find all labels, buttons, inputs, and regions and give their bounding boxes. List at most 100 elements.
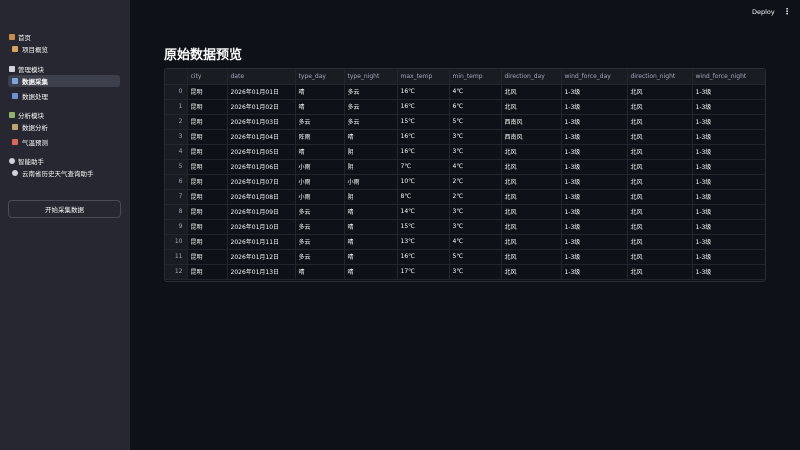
column-header-max-temp[interactable]: max_temp xyxy=(397,69,450,85)
kebab-menu-icon[interactable]: ⋮ xyxy=(783,7,791,16)
table-cell[interactable]: 6℃ xyxy=(449,99,502,115)
table-cell[interactable]: 昆明 xyxy=(187,114,228,130)
table-cell[interactable]: 北风 xyxy=(627,234,693,250)
table-cell[interactable]: 晴 xyxy=(295,264,345,280)
table-cell[interactable]: 晴 xyxy=(344,129,398,145)
table-cell[interactable]: 阴 xyxy=(344,159,398,175)
column-header-date[interactable]: date xyxy=(227,69,296,85)
table-cell[interactable]: 1-3级 xyxy=(561,174,628,190)
table-cell[interactable]: 16℃ xyxy=(397,99,450,115)
table-cell[interactable]: 4℃ xyxy=(449,159,502,175)
table-cell[interactable]: 1-3级 xyxy=(692,84,765,100)
table-cell[interactable]: 1-3级 xyxy=(692,114,765,130)
table-cell[interactable]: 晴 xyxy=(344,219,398,235)
table-cell[interactable]: 北风 xyxy=(627,189,693,205)
table-cell[interactable]: 北风 xyxy=(627,114,693,130)
nav-header-home[interactable]: 首页 xyxy=(8,31,31,42)
table-cell[interactable]: 北风 xyxy=(501,99,562,115)
table-cell[interactable]: 北风 xyxy=(627,219,693,235)
table-index-header[interactable] xyxy=(165,69,188,85)
table-cell[interactable]: 1-3级 xyxy=(692,174,765,190)
table-cell[interactable]: 1-3级 xyxy=(561,159,628,175)
column-header-type-day[interactable]: type_day xyxy=(295,69,345,85)
table-cell[interactable]: 2026年01月09日 xyxy=(227,204,296,220)
table-cell[interactable]: 1-3级 xyxy=(561,264,628,280)
column-header-wind-force-night[interactable]: wind_force_night xyxy=(692,69,765,85)
table-cell[interactable]: 北风 xyxy=(501,189,562,205)
table-row[interactable]: 3 昆明 2026年01月04日 阵雨晴 16℃ 3℃ 西南风 1-3级 北风 1-3级 xyxy=(165,129,765,145)
table-cell[interactable]: 7℃ xyxy=(397,159,450,175)
table-cell[interactable]: 1-3级 xyxy=(561,99,628,115)
table-cell[interactable]: 北风 xyxy=(627,99,693,115)
table-cell[interactable]: 昆明 xyxy=(187,99,228,115)
table-cell[interactable]: 16℃ xyxy=(397,84,450,100)
table-cell[interactable]: 1-3级 xyxy=(561,204,628,220)
table-cell[interactable]: 昆明 xyxy=(187,204,228,220)
table-cell[interactable]: 1-3级 xyxy=(561,129,628,145)
table-cell[interactable]: 1-3级 xyxy=(561,189,628,205)
table-cell[interactable]: 晴 xyxy=(344,264,398,280)
table-cell[interactable]: 昆明 xyxy=(187,174,228,190)
table-cell[interactable]: 2026年01月05日 xyxy=(227,144,296,160)
table-cell[interactable]: 1-3级 xyxy=(561,219,628,235)
table-cell[interactable]: 多云 xyxy=(295,219,345,235)
table-row[interactable]: 12 昆明 2026年01月13日晴晴 17℃ 3℃ 北风 1-3级 北风 1-3级 xyxy=(165,264,765,280)
table-cell[interactable]: 1-3级 xyxy=(692,159,765,175)
data-table[interactable]: city date type_day type_night max_temp min_te… xyxy=(164,68,766,282)
table-cell[interactable]: 多云 xyxy=(344,84,398,100)
table-cell[interactable]: 1-3级 xyxy=(692,249,765,265)
table-cell[interactable]: 晴 xyxy=(295,84,345,100)
table-cell[interactable]: 2026年01月13日 xyxy=(227,264,296,280)
table-cell[interactable]: 小雨 xyxy=(344,174,398,190)
column-header-min-temp[interactable]: min_temp xyxy=(449,69,502,85)
table-cell[interactable]: 北风 xyxy=(501,204,562,220)
table-cell[interactable]: 4℃ xyxy=(449,234,502,250)
table-cell[interactable]: 3℃ xyxy=(449,144,502,160)
table-cell[interactable]: 2026年01月02日 xyxy=(227,99,296,115)
table-row[interactable]: 4 昆明 2026年01月05日晴阴 16℃ 3℃ 北风 1-3级 北风 1-3级 xyxy=(165,144,765,160)
table-cell[interactable]: 2026年01月12日 xyxy=(227,249,296,265)
table-cell[interactable]: 1-3级 xyxy=(692,234,765,250)
table-cell[interactable]: 2026年01月04日 xyxy=(227,129,296,145)
sidebar-item-process[interactable]: 数据处理 xyxy=(8,90,120,102)
table-row[interactable]: 1 昆明 2026年01月02日晴多云 16℃ 6℃ 北风 1-3级 北风 1-3级 xyxy=(165,99,765,115)
table-cell[interactable]: 昆明 xyxy=(187,189,228,205)
table-cell[interactable]: 2℃ xyxy=(449,189,502,205)
table-cell[interactable]: 晴 xyxy=(344,204,398,220)
table-cell[interactable]: 2026年01月10日 xyxy=(227,219,296,235)
table-cell[interactable]: 北风 xyxy=(501,84,562,100)
table-cell[interactable]: 2026年01月01日 xyxy=(227,84,296,100)
table-cell[interactable]: 多云 xyxy=(295,204,345,220)
table-cell[interactable]: 8℃ xyxy=(397,189,450,205)
table-cell[interactable]: 北风 xyxy=(627,174,693,190)
table-cell[interactable]: 北风 xyxy=(627,264,693,280)
table-cell[interactable]: 3℃ xyxy=(449,264,502,280)
table-cell[interactable]: 北风 xyxy=(627,129,693,145)
table-cell[interactable]: 1-3级 xyxy=(692,219,765,235)
table-cell[interactable]: 阴 xyxy=(344,144,398,160)
sidebar-item-overview[interactable]: 项目概览 xyxy=(8,43,120,55)
table-cell[interactable]: 昆明 xyxy=(187,129,228,145)
table-cell[interactable]: 晴 xyxy=(295,144,345,160)
table-cell[interactable]: 小雨 xyxy=(295,174,345,190)
start-collect-button[interactable]: 开始采集数据 xyxy=(8,200,121,218)
table-cell[interactable]: 小雨 xyxy=(295,189,345,205)
table-cell[interactable]: 北风 xyxy=(501,219,562,235)
table-cell[interactable]: 北风 xyxy=(501,264,562,280)
table-cell[interactable]: 北风 xyxy=(501,249,562,265)
table-cell[interactable]: 1-3级 xyxy=(692,189,765,205)
table-cell[interactable]: 多云 xyxy=(344,114,398,130)
table-cell[interactable]: 1-3级 xyxy=(561,234,628,250)
table-cell[interactable]: 15℃ xyxy=(397,114,450,130)
table-cell[interactable]: 阴 xyxy=(344,189,398,205)
table-row[interactable]: 2 昆明 2026年01月03日 多云 多云 15℃ 5℃ 西南风 1-3级 北风 1-3级 xyxy=(165,114,765,130)
table-cell[interactable]: 晴 xyxy=(344,249,398,265)
column-header-city[interactable]: city xyxy=(187,69,228,85)
column-header-direction-night[interactable]: direction_night xyxy=(627,69,693,85)
table-cell[interactable]: 西南风 xyxy=(501,114,562,130)
table-cell[interactable]: 16℃ xyxy=(397,129,450,145)
sidebar-item-analysis[interactable]: 数据分析 xyxy=(8,121,120,133)
table-cell[interactable]: 多云 xyxy=(295,249,345,265)
column-header-wind-force-day[interactable]: wind_force_day xyxy=(561,69,628,85)
table-cell[interactable]: 2026年01月08日 xyxy=(227,189,296,205)
